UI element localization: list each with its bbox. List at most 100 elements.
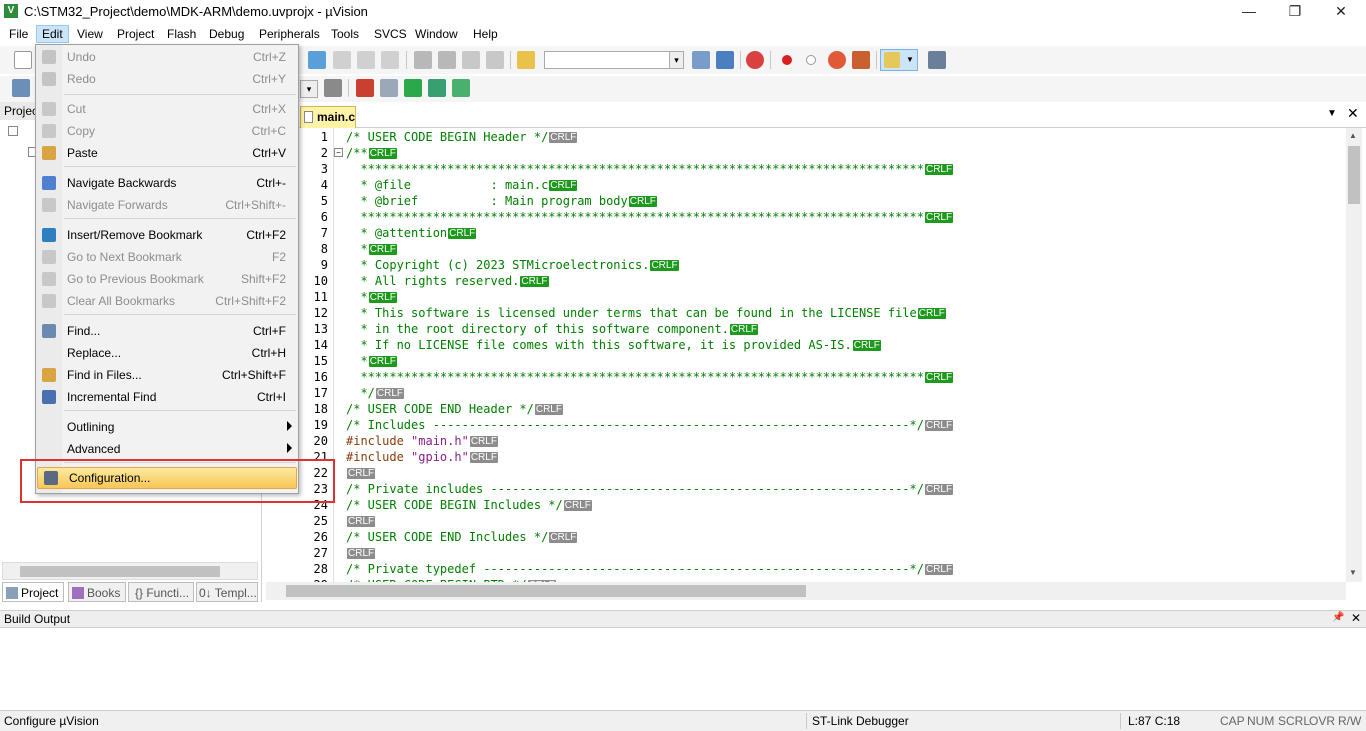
menu-item-incremental-find[interactable]: Incremental Find Ctrl+I (36, 387, 298, 407)
manage-components-icon[interactable] (356, 79, 374, 97)
window-title: C:\STM32_Project\demo\MDK-ARM\demo.uvpro… (24, 4, 368, 19)
tree-expand-icon[interactable] (8, 126, 18, 136)
tab-label: {} Functi... (135, 586, 190, 600)
bookmark-icon (42, 228, 56, 242)
code-line: * All rights reserved. CRLF (346, 274, 549, 288)
breakpoint-icon[interactable] (782, 55, 792, 65)
find-in-files-icon[interactable] (517, 51, 535, 69)
select-packs-icon[interactable] (428, 79, 446, 97)
arrow-left-icon (42, 176, 56, 190)
code-line: #include "gpio.h" CRLF (346, 450, 498, 464)
uncomment-icon[interactable] (486, 51, 504, 69)
debug-session-icon[interactable] (746, 51, 764, 69)
wrench-icon[interactable] (928, 51, 946, 69)
tab-functions[interactable]: {} Functi... (128, 582, 194, 602)
tab-project[interactable]: Project (2, 582, 64, 602)
menu-debug[interactable]: Debug (204, 26, 249, 42)
menu-project[interactable]: Project (112, 26, 159, 42)
eol-marker: CRLF (650, 260, 679, 271)
find-combo[interactable] (544, 51, 684, 69)
menu-item-paste[interactable]: Paste Ctrl+V (36, 143, 298, 163)
menu-item-navigate-backwards[interactable]: Navigate Backwards Ctrl+- (36, 173, 298, 193)
chevron-down-icon[interactable]: ▾ (669, 52, 683, 68)
close-build-output-icon[interactable]: ✕ (1351, 611, 1361, 625)
eol-marker: CRLF (924, 484, 954, 495)
eol-marker: CRLF (924, 372, 954, 383)
menu-item-find[interactable]: Find... Ctrl+F (36, 321, 298, 341)
menu-item-insert-remove-bookmark[interactable]: Insert/Remove Bookmark Ctrl+F2 (36, 225, 298, 245)
menu-item-label: Copy (67, 124, 96, 138)
clear-bookmarks-icon[interactable] (381, 51, 399, 69)
incremental-find-icon[interactable] (716, 51, 734, 69)
code-line: */CRLF (346, 386, 405, 400)
scroll-up-icon[interactable]: ▲ (1349, 131, 1357, 140)
eol-marker: CRLF (469, 436, 498, 447)
scrollbar-thumb[interactable] (286, 585, 806, 597)
load-icon[interactable] (12, 79, 30, 97)
indent-icon[interactable] (414, 51, 432, 69)
code-line: CRLF (346, 545, 376, 561)
chevron-down-icon[interactable]: ▾ (300, 80, 318, 98)
menu-view[interactable]: View (72, 26, 108, 42)
rte-icon[interactable] (380, 79, 398, 97)
tab-templates[interactable]: 0↓ Templ... (196, 582, 258, 602)
status-separator (806, 713, 807, 729)
menu-item-shortcut: Ctrl+Y (252, 72, 286, 86)
prev-bookmark-icon[interactable] (333, 51, 351, 69)
close-button[interactable]: ✕ (1318, 0, 1364, 24)
find-icon[interactable] (692, 51, 710, 69)
menu-tools[interactable]: Tools (326, 26, 364, 42)
menu-item-shortcut: Shift+F2 (240, 272, 286, 286)
menu-file[interactable]: File (4, 26, 33, 42)
bookmark-icon[interactable] (308, 51, 326, 69)
menu-item-cut: Cut Ctrl+X (36, 99, 298, 119)
menu-item-replace[interactable]: Replace... Ctrl+H (36, 343, 298, 363)
comment-icon[interactable] (462, 51, 480, 69)
menu-help[interactable]: Help (468, 26, 503, 42)
tab-books[interactable]: Books (68, 582, 126, 602)
disable-breakpoint-icon[interactable] (806, 55, 816, 65)
pack-installer-icon[interactable] (404, 79, 422, 97)
software-packs-icon[interactable] (452, 79, 470, 97)
menu-item-shortcut: Ctrl+F2 (246, 228, 286, 242)
eol-marker: CRLF (924, 212, 954, 223)
code-line: ****************************************… (346, 210, 954, 224)
code-line: * If no LICENSE file comes with this sof… (346, 338, 881, 352)
scroll-down-icon[interactable]: ▼ (1349, 568, 1357, 577)
scrollbar-thumb[interactable] (20, 566, 220, 577)
code-editor[interactable]: 1 2 3 4 5 6 7 8 9 10 11 12 13 14 15 16 17 18 19 20 21 22 23 24 2… (266, 128, 1346, 582)
eol-marker: CRLF (520, 276, 549, 287)
fold-toggle-icon[interactable]: − (334, 148, 343, 157)
code-line: * @attention CRLF (346, 226, 477, 240)
menu-item-find-in-files[interactable]: Find in Files... Ctrl+Shift+F (36, 365, 298, 385)
kill-breakpoints-icon[interactable] (828, 51, 846, 69)
menu-peripherals[interactable]: Peripherals (254, 26, 325, 42)
eol-marker: CRLF (469, 452, 498, 463)
eol-marker: CRLF (729, 324, 759, 335)
build-output-area[interactable] (0, 628, 1366, 710)
paste-icon (42, 146, 56, 160)
tab-main-c[interactable]: main.c (300, 106, 356, 128)
menu-edit[interactable]: Edit (36, 25, 69, 43)
menu-item-outlining[interactable]: Outlining (36, 417, 298, 437)
unindent-icon[interactable] (438, 51, 456, 69)
close-editor-icon[interactable]: ✕ (1347, 105, 1359, 122)
restore-button[interactable]: ❐ (1272, 0, 1318, 24)
pin-icon[interactable]: 📌 (1332, 612, 1344, 623)
minimize-button[interactable]: — (1226, 0, 1272, 24)
menu-separator (64, 314, 296, 315)
menu-item-advanced[interactable]: Advanced (36, 439, 298, 459)
scrollbar-thumb[interactable] (1348, 146, 1360, 204)
menu-svcs[interactable]: SVCS (369, 26, 412, 42)
tab-list-chevron-icon[interactable]: ▼ (1327, 108, 1337, 119)
menu-flash[interactable]: Flash (162, 26, 201, 42)
status-separator (1120, 713, 1121, 729)
target-options-icon[interactable] (324, 79, 342, 97)
new-file-icon[interactable] (14, 51, 32, 69)
breakpoint-settings-icon[interactable] (852, 51, 870, 69)
line-number: 28 (313, 562, 328, 576)
chevron-down-icon: ▼ (906, 55, 914, 64)
menu-window[interactable]: Window (410, 26, 463, 42)
next-bookmark-icon[interactable] (357, 51, 375, 69)
menu-item-label: Go to Previous Bookmark (67, 272, 204, 286)
